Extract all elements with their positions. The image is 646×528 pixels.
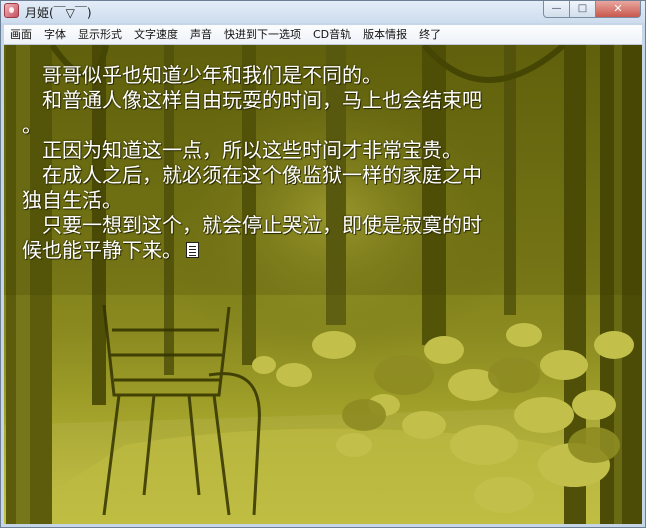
page-wait-icon xyxy=(186,242,199,258)
window-controls: — □ ✕ xyxy=(543,1,641,18)
game-scene[interactable]: 哥哥似乎也知道少年和我们是不同的。 和普通人像这样自由玩耍的时间，马上也会结束吧… xyxy=(4,45,642,524)
menu-item-skip-to-choice[interactable]: 快进到下一选项 xyxy=(218,25,307,45)
text-line: 只要一想到这个，就会停止哭泣，即使是寂寞的时 xyxy=(22,213,482,237)
text-line: 正因为知道这一点，所以这些时间才非常宝贵。 xyxy=(22,138,462,162)
menu-item-version-info[interactable]: 版本情报 xyxy=(357,25,413,45)
text-line: 候也能平静下来。 xyxy=(22,238,182,262)
minimize-button[interactable]: — xyxy=(543,1,570,18)
close-button[interactable]: ✕ xyxy=(596,1,641,18)
menu-bar: 画面 字体 显示形式 文字速度 声音 快进到下一选项 CD音轨 版本情报 终了 xyxy=(4,25,642,45)
menu-item-sound[interactable]: 声音 xyxy=(184,25,218,45)
game-window: 月姫(￣▽￣) — □ ✕ 画面 字体 显示形式 文字速度 声音 快进到下一选项… xyxy=(0,0,646,528)
text-line: 哥哥似乎也知道少年和我们是不同的。 xyxy=(22,63,382,87)
menu-item-display-mode[interactable]: 显示形式 xyxy=(72,25,128,45)
dialogue-text: 哥哥似乎也知道少年和我们是不同的。 和普通人像这样自由玩耍的时间，马上也会结束吧… xyxy=(22,63,627,263)
maximize-button[interactable]: □ xyxy=(570,1,596,18)
text-line: 独自生活。 xyxy=(22,188,122,212)
window-title: 月姫(￣▽￣) xyxy=(25,6,92,20)
title-bar[interactable]: 月姫(￣▽￣) — □ ✕ xyxy=(1,1,645,23)
last-text-line: 候也能平静下来。 xyxy=(22,238,627,263)
app-icon xyxy=(4,3,19,18)
menu-item-screen[interactable]: 画面 xyxy=(4,25,38,45)
text-line: 和普通人像这样自由玩耍的时间，马上也会结束吧 xyxy=(22,88,482,112)
text-line: 在成人之后，就必须在这个像监狱一样的家庭之中 xyxy=(22,163,482,187)
menu-item-cd-track[interactable]: CD音轨 xyxy=(307,25,357,45)
menu-item-exit[interactable]: 终了 xyxy=(413,25,447,45)
text-line: 。 xyxy=(22,113,42,137)
menu-item-font[interactable]: 字体 xyxy=(38,25,72,45)
menu-item-text-speed[interactable]: 文字速度 xyxy=(128,25,184,45)
